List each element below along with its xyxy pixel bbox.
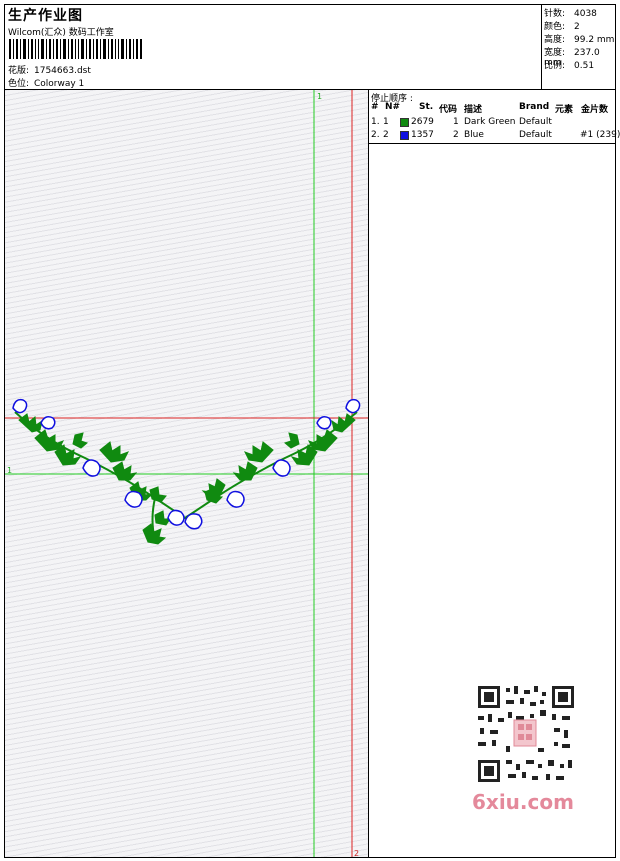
embroidery-canvas: 1 1 2 [5, 90, 368, 857]
green-guide-label: 1 [317, 92, 322, 101]
green-guide-h-label: 1 [7, 466, 12, 475]
colorway-line: 色位: Colorway 1 [8, 76, 84, 89]
col-needle: N# [385, 102, 401, 112]
design-value: 1754663.dst [34, 66, 91, 76]
subtitle: Wilcom(汇众) 数码工作室 [8, 28, 114, 38]
design-preview: 1 1 2 [5, 90, 369, 857]
barcode [9, 39, 142, 59]
col-element: 元素 [555, 105, 574, 115]
rose [167, 509, 185, 526]
rose [40, 416, 56, 430]
table-row: 1. 1 2679 1 Dark Green Default [371, 117, 552, 127]
red-guide-label: 2 [354, 849, 359, 857]
stat-height: 高度: 99.2 mm [544, 35, 615, 45]
col-sequins: 金片数 [581, 105, 609, 115]
colorway-value: Colorway 1 [34, 79, 85, 89]
color-swatch-dark-green [400, 118, 409, 127]
rose [345, 398, 361, 414]
col-code: 代码 [439, 105, 458, 115]
stat-scale: 比例: 0.51 [544, 61, 595, 71]
table-divider [369, 143, 615, 144]
rose [226, 490, 245, 508]
stat-colors: 颜色: 2 [544, 22, 580, 32]
rose [184, 513, 203, 530]
watermark-logo: 6xiu.com [472, 790, 574, 814]
colorway-label: 色位: [8, 79, 30, 89]
col-description: 描述 [464, 105, 483, 115]
col-brand: Brand [519, 102, 550, 112]
table-row: 2. 2 1357 2 Blue Default #1 (239) [371, 130, 620, 140]
col-index: # [371, 102, 379, 112]
col-stitches: St. [419, 102, 434, 112]
page-title: 生产作业图 [8, 8, 83, 24]
header: 生产作业图 Wilcom(汇众) 数码工作室 花版: 1754663.dst 色… [5, 5, 615, 90]
rose [316, 416, 332, 430]
rose [124, 490, 143, 508]
table-header: # N# St. 代码 描述 Brand 元素 金片数 [369, 102, 615, 115]
design-label: 花版: [8, 66, 30, 76]
stats-box: 针数: 4038 颜色: 2 高度: 99.2 mm 宽度: 237.0 mm 比例: 0… [541, 5, 616, 89]
rose [12, 398, 28, 414]
color-swatch-blue [400, 131, 409, 140]
stat-stitches: 针数: 4038 [544, 9, 597, 19]
design-line: 花版: 1754663.dst [8, 63, 91, 76]
